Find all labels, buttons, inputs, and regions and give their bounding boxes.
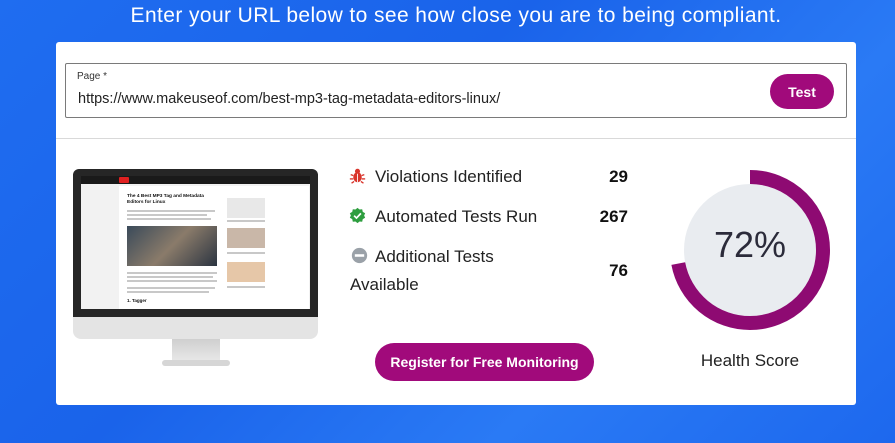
sidebar-thumbnail xyxy=(227,198,265,218)
sidebar-thumbnail xyxy=(227,262,265,282)
site-nav-bar xyxy=(81,176,310,184)
automated-tests-count: 267 xyxy=(599,207,628,226)
violations-label: Violations Identified xyxy=(375,167,523,186)
violations-count: 29 xyxy=(609,167,628,186)
text-line xyxy=(127,272,217,274)
text-line xyxy=(127,291,209,293)
additional-tests-count: 76 xyxy=(609,261,628,280)
text-line xyxy=(127,276,213,278)
additional-tests-label: Additional Tests xyxy=(375,247,494,266)
health-score-label: Health Score xyxy=(700,351,800,370)
compliance-card: Page * https://www.makeuseof.com/best-mp… xyxy=(56,42,856,405)
url-input[interactable]: https://www.makeuseof.com/best-mp3-tag-m… xyxy=(78,91,500,107)
text-line xyxy=(227,252,265,254)
site-logo xyxy=(119,177,129,183)
preview-subheading: 1. Tagger xyxy=(127,298,147,303)
url-field-container[interactable]: Page * https://www.makeuseof.com/best-mp… xyxy=(65,63,847,118)
register-monitoring-button[interactable]: Register for Free Monitoring xyxy=(375,343,594,381)
monitor-screen: The 4 Best MP3 Tag and Metadata Editors … xyxy=(73,169,318,317)
page-headline: Enter your URL below to see how close yo… xyxy=(130,4,782,27)
divider xyxy=(56,138,856,139)
url-field-label: Page * xyxy=(77,71,108,82)
site-page: The 4 Best MP3 Tag and Metadata Editors … xyxy=(119,186,309,309)
additional-tests-label-continued: Available xyxy=(350,275,419,294)
automated-tests-label: Automated Tests Run xyxy=(375,207,538,226)
monitor-base xyxy=(162,360,230,366)
text-line xyxy=(127,287,215,289)
text-line xyxy=(127,280,217,282)
test-button[interactable]: Test xyxy=(770,74,834,109)
sidebar-thumbnail xyxy=(227,228,265,248)
text-line xyxy=(127,214,207,216)
text-line xyxy=(227,220,265,222)
preview-article-title: The 4 Best MP3 Tag and Metadata Editors … xyxy=(127,194,204,205)
minus-circle-icon xyxy=(351,247,368,264)
check-badge-icon xyxy=(349,207,366,224)
text-line xyxy=(227,286,265,288)
monitor-bezel xyxy=(73,317,318,339)
health-score-value: 72% xyxy=(713,224,787,265)
text-line xyxy=(127,218,211,220)
bug-icon xyxy=(349,168,366,184)
article-hero-image xyxy=(127,226,217,266)
text-line xyxy=(127,210,215,212)
page-preview-monitor: The 4 Best MP3 Tag and Metadata Editors … xyxy=(73,169,318,367)
monitor-stand xyxy=(172,339,220,361)
page-screenshot: The 4 Best MP3 Tag and Metadata Editors … xyxy=(81,176,310,309)
